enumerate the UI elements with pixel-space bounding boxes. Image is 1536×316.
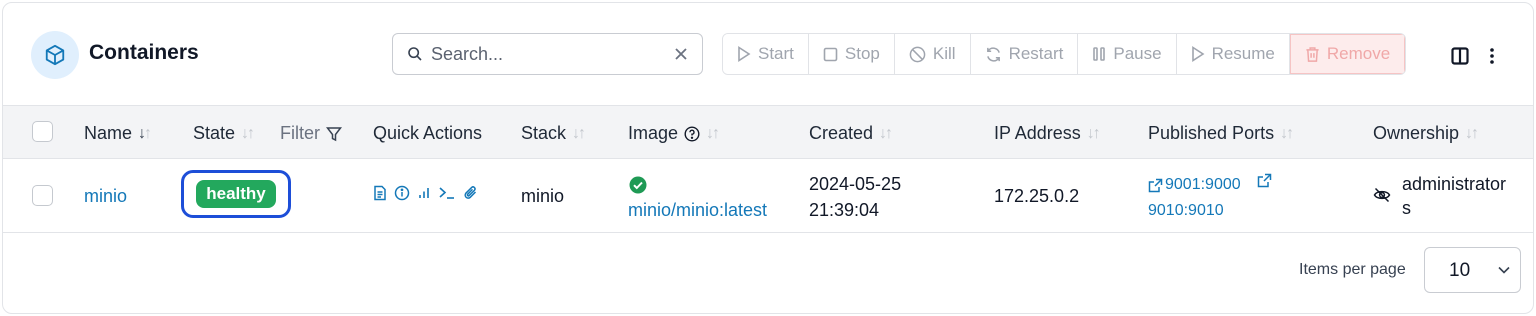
column-state-header[interactable]: State ↓↑ — [193, 123, 255, 144]
trash-icon — [1306, 46, 1319, 62]
image-link[interactable]: minio/minio:latest — [628, 197, 767, 223]
container-actions-toolbar: Start Stop Kill Restart Pause Resume Rem… — [722, 33, 1407, 75]
check-circle-icon — [629, 176, 647, 194]
cube-icon — [31, 31, 79, 79]
ban-icon — [909, 46, 926, 62]
state-badge-focus[interactable]: healthy — [181, 170, 291, 218]
search-icon — [408, 47, 422, 61]
ownership-value-line1: administrator — [1402, 174, 1507, 194]
logs-icon[interactable] — [373, 185, 387, 201]
sort-descending-icon: ↓↑ — [138, 124, 152, 142]
more-options-icon[interactable] — [1485, 47, 1499, 65]
stack-value: minio — [521, 186, 565, 206]
sort-icon: ↓↑ — [572, 124, 586, 142]
stats-icon[interactable] — [417, 185, 431, 201]
pause-button[interactable]: Pause — [1078, 34, 1177, 74]
external-link-icon — [1148, 178, 1163, 192]
eye-off-icon — [1373, 187, 1391, 203]
table-header: Name ↓↑ State ↓↑ Filter Quick Actions St… — [3, 105, 1533, 159]
created-date: 2024-05-25 — [809, 174, 902, 194]
kill-button[interactable]: Kill — [894, 34, 971, 74]
column-name-header[interactable]: Name ↓↑ — [84, 123, 152, 144]
play-icon — [1191, 46, 1205, 62]
filter-icon — [326, 126, 342, 141]
column-created-header[interactable]: Created ↓↑ — [809, 123, 893, 144]
table-row: minio healthy minio minio/minio:latest 2… — [3, 159, 1533, 233]
row-checkbox[interactable] — [32, 185, 53, 206]
start-button[interactable]: Start — [723, 34, 809, 74]
column-ownership-header[interactable]: Ownership ↓↑ — [1373, 123, 1479, 144]
quick-actions — [373, 185, 479, 201]
column-stack-header[interactable]: Stack ↓↑ — [521, 123, 586, 144]
created-time: 21:39:04 — [809, 200, 880, 220]
play-icon — [738, 46, 751, 62]
sort-icon: ↓↑ — [1280, 124, 1294, 142]
external-link-icon[interactable] — [1257, 173, 1272, 188]
published-port-link-2[interactable]: 9010:9010 — [1148, 198, 1224, 224]
sort-icon: ↓↑ — [1465, 124, 1479, 142]
container-name-link[interactable]: minio — [84, 183, 127, 209]
refresh-icon — [986, 46, 1000, 62]
status-badge: healthy — [196, 180, 276, 208]
resume-button[interactable]: Resume — [1176, 34, 1290, 74]
column-ports-header[interactable]: Published Ports ↓↑ — [1148, 123, 1294, 144]
sort-icon: ↓↑ — [241, 124, 255, 142]
sort-icon: ↓↑ — [706, 124, 720, 142]
search-box[interactable] — [392, 33, 703, 75]
column-quick-actions-header: Quick Actions — [373, 123, 483, 143]
columns-layout-icon[interactable] — [1451, 47, 1469, 65]
clear-search-icon[interactable] — [674, 47, 688, 61]
sort-icon: ↓↑ — [1086, 124, 1101, 142]
stop-square-icon — [823, 47, 838, 61]
console-icon[interactable] — [438, 185, 456, 201]
ownership-value-line2: s — [1402, 198, 1411, 218]
state-filter-button[interactable]: Filter — [280, 123, 342, 144]
inspect-icon[interactable] — [394, 185, 410, 201]
column-ip-header[interactable]: IP Address ↓↑ — [994, 123, 1101, 144]
restart-button[interactable]: Restart — [970, 34, 1079, 74]
attach-icon[interactable] — [463, 185, 479, 201]
items-per-page-select[interactable]: 10 — [1424, 247, 1521, 293]
published-port-link-1[interactable]: 9001:9000 — [1148, 172, 1241, 198]
stop-button[interactable]: Stop — [808, 34, 895, 74]
panel-header: Containers Start Stop Kill — [3, 3, 1533, 105]
search-input[interactable] — [431, 40, 661, 68]
page-title: Containers — [89, 41, 199, 64]
help-icon[interactable] — [684, 125, 700, 142]
column-image-header[interactable]: Image ↓↑ — [628, 123, 720, 144]
ip-address-value: 172.25.0.2 — [994, 186, 1080, 206]
pause-icon — [1093, 47, 1106, 61]
remove-button[interactable]: Remove — [1289, 34, 1406, 74]
select-all-checkbox[interactable] — [32, 121, 53, 142]
items-per-page-label: Items per page — [1299, 261, 1406, 278]
containers-panel: Containers Start Stop Kill — [2, 2, 1534, 314]
chevron-down-icon — [1498, 266, 1510, 274]
sort-icon: ↓↑ — [879, 124, 893, 142]
